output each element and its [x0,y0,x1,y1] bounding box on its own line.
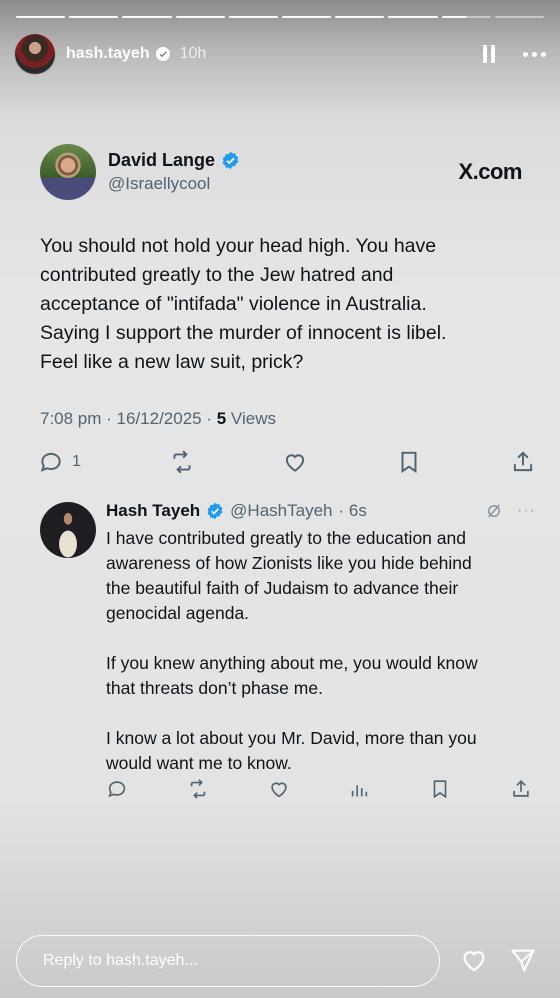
share-button[interactable] [510,449,536,475]
views-label: Views [226,409,276,428]
verified-icon [207,502,223,520]
story-header: hash.tayeh 10h [14,33,546,75]
reply-actions [106,778,532,800]
reply-icon [40,452,61,472]
pause-icon[interactable] [483,45,497,63]
share-icon [513,451,533,472]
tweet-timestamp: 7:08 pm · 16/12/2025 · [40,409,217,428]
heart-icon[interactable] [458,944,490,976]
progress-segment [388,16,438,18]
story-avatar[interactable] [14,33,56,75]
progress-segment [335,16,385,18]
tweet-metadata: 7:08 pm · 16/12/2025 · 5 Views [40,409,276,429]
progress-segment [16,16,66,18]
progress-segment [228,16,279,18]
story-time: 10h [179,45,207,62]
tweet-actions: 1 [38,449,536,475]
avatar [40,144,96,200]
repost-icon [173,450,191,474]
tweet-text: You should not hold your head high. You … [40,235,447,373]
reply-button[interactable]: 1 [38,449,81,475]
more-icon[interactable] [523,51,546,57]
story-progress-bar [16,16,545,18]
like-icon[interactable] [268,778,290,800]
reply-count: 1 [72,453,81,470]
story-user-info: hash.tayeh 10h [66,45,206,63]
story-reply-bar[interactable] [16,935,440,987]
progress-segment [282,16,332,18]
progress-segment [175,16,225,18]
reply-more-icon[interactable]: ··· [517,502,536,520]
bookmark-icon[interactable] [429,778,451,800]
story-reply-input[interactable] [41,951,439,971]
views-count: 5 [216,409,227,428]
progress-segment [494,16,545,18]
progress-segment [69,16,119,18]
share-icon[interactable] [510,778,532,800]
like-button[interactable] [282,449,308,475]
author-handle: @Israellycool [108,174,211,193]
reply-author-handle: @HashTayeh [230,501,333,520]
verified-icon [222,151,239,170]
like-icon [286,454,305,472]
progress-segment [122,16,172,18]
repost-icon[interactable] [187,778,209,800]
bookmark-icon [401,451,417,474]
send-icon[interactable] [507,944,539,976]
reply-text: I have contributed greatly to the educat… [106,528,478,773]
bookmark-button[interactable] [396,449,422,475]
analytics-icon[interactable] [348,778,370,800]
tweet-header: David Lange @Israellycool X.com [40,143,522,201]
source-logo: X.com [458,159,522,184]
reply-author-name: Hash Tayeh [106,501,201,520]
story-username[interactable]: hash.tayeh [66,45,150,63]
reply-icon[interactable] [106,778,128,800]
progress-segment-active [441,16,491,18]
reply-time: · 6s [338,501,367,520]
grok-icon[interactable] [485,502,503,520]
avatar [40,502,96,558]
author-name: David Lange [108,150,216,170]
repost-button[interactable] [169,449,195,475]
verified-icon [155,47,170,61]
